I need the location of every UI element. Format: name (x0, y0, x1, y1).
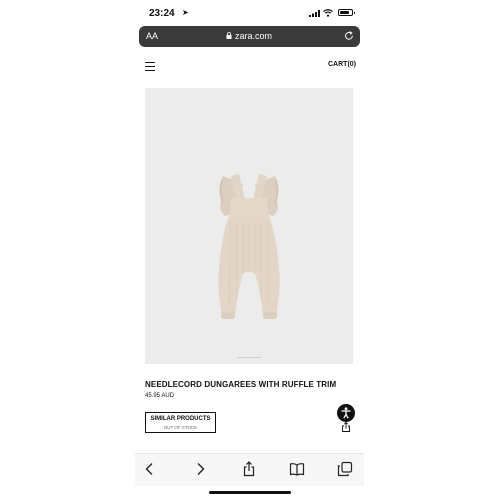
bookmarks-icon[interactable] (289, 461, 305, 477)
browser-toolbar (135, 453, 364, 486)
location-icon: ➤ (182, 8, 189, 17)
share-icon[interactable] (241, 461, 257, 477)
status-bar: 23:24 ➤ (135, 0, 364, 26)
reload-icon[interactable] (344, 31, 354, 41)
wifi-icon (323, 9, 333, 17)
product-title: NEEDLECORD DUNGAREES WITH RUFFLE TRIM (145, 380, 337, 389)
url-text[interactable]: zara.com (235, 31, 272, 41)
site-header: CART(0) (135, 55, 364, 77)
text-size-button[interactable]: AA (146, 31, 158, 41)
similar-products-button[interactable]: SIMILAR PRODUCTS OUT OF STOCK (145, 412, 216, 433)
similar-products-label: SIMILAR PRODUCTS (150, 416, 211, 422)
cart-link[interactable]: CART(0) (328, 61, 356, 68)
home-indicator[interactable] (209, 491, 291, 494)
tabs-icon[interactable] (337, 461, 353, 477)
address-bar[interactable]: AA zara.com (139, 26, 360, 47)
forward-icon[interactable] (192, 461, 208, 477)
signal-icon (309, 10, 320, 17)
share-icon[interactable] (341, 422, 351, 432)
accessibility-icon (341, 407, 351, 419)
product-image[interactable] (145, 88, 353, 364)
dungarees-illustration (218, 174, 280, 319)
back-icon[interactable] (142, 461, 158, 477)
product-price: 45.95 AUD (145, 393, 175, 399)
image-carousel-indicator (237, 357, 261, 358)
status-time: 23:24 (149, 8, 175, 19)
battery-icon (338, 9, 355, 16)
accessibility-button[interactable] (337, 404, 355, 422)
menu-icon[interactable] (145, 62, 155, 71)
lock-icon (226, 32, 232, 39)
stock-status: OUT OF STOCK (163, 425, 198, 430)
phone-screen: 23:24 ➤ AA zara.com CART(0) NEEDLECORD D… (135, 0, 364, 499)
